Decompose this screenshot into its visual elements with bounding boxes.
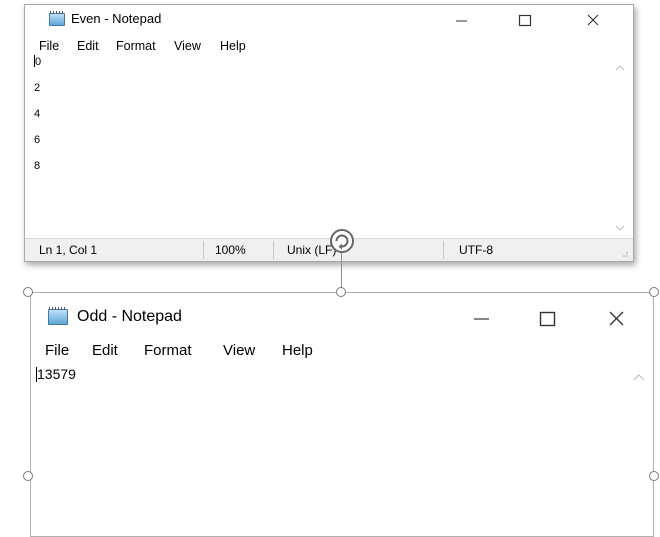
vertical-scrollbar[interactable] (627, 365, 651, 536)
encoding: UTF-8 (459, 243, 493, 257)
zoom-level: 100% (215, 243, 246, 257)
notepad-icon (49, 11, 65, 26)
text-line: 6 (34, 134, 41, 146)
text-line: 8 (34, 160, 41, 172)
maximize-icon (518, 14, 532, 27)
menu-edit[interactable]: Edit (92, 342, 144, 359)
title-bar[interactable]: Odd - Notepad (31, 293, 653, 339)
menu-view[interactable]: View (174, 39, 220, 53)
maximize-icon (539, 311, 556, 327)
title-bar[interactable]: Even - Notepad (25, 5, 633, 35)
menu-bar: File Edit Format View Help (39, 39, 246, 53)
chevron-up-icon[interactable] (615, 65, 625, 71)
minimize-button[interactable] (443, 5, 479, 35)
window-title: Even - Notepad (71, 11, 162, 26)
odd-notepad-window[interactable]: Odd - Notepad File Edit Format View Help 135… (30, 292, 654, 537)
text-editor[interactable]: 13579 (31, 365, 636, 535)
resize-grip-icon[interactable] (621, 250, 629, 258)
minimize-button[interactable] (459, 297, 503, 335)
chevron-up-icon[interactable] (633, 374, 645, 381)
vertical-scrollbar[interactable] (609, 55, 631, 235)
rotate-connector (341, 250, 342, 288)
close-button[interactable] (595, 297, 639, 335)
maximize-button[interactable] (525, 297, 569, 335)
menu-help[interactable]: Help (220, 39, 246, 53)
text-line: 2 (34, 82, 41, 94)
menu-edit[interactable]: Edit (77, 39, 116, 53)
rotate-handle-icon[interactable] (329, 228, 355, 254)
notepad-icon (48, 307, 68, 325)
cursor-position: Ln 1, Col 1 (39, 243, 98, 257)
menu-help[interactable]: Help (282, 342, 313, 359)
menu-bar: File Edit Format View Help (45, 342, 313, 359)
text-line: 0 (34, 55, 42, 68)
selection-handle-middle-left[interactable] (23, 471, 33, 481)
menu-format[interactable]: Format (116, 39, 174, 53)
text-line: 13579 (36, 366, 76, 382)
window-title: Odd - Notepad (77, 308, 182, 325)
close-icon (609, 311, 624, 326)
chevron-down-icon[interactable] (615, 225, 625, 231)
menu-file[interactable]: File (45, 342, 92, 359)
menu-view[interactable]: View (223, 342, 282, 359)
text-line: 4 (34, 108, 41, 120)
menu-file[interactable]: File (39, 39, 77, 53)
selection-handle-top-left[interactable] (23, 287, 33, 297)
text-editor[interactable]: 0 2 4 6 8 (25, 55, 624, 235)
maximize-button[interactable] (507, 5, 543, 35)
menu-format[interactable]: Format (144, 342, 223, 359)
selection-handle-top-right[interactable] (649, 287, 659, 297)
minimize-icon (456, 20, 467, 22)
even-notepad-window[interactable]: Even - Notepad File Edit Format View Help 0 … (24, 4, 634, 262)
close-button[interactable] (575, 5, 611, 35)
minimize-icon (474, 318, 489, 320)
close-icon (587, 14, 599, 26)
selection-handle-middle-right[interactable] (649, 471, 659, 481)
selection-handle-top-center[interactable] (336, 287, 346, 297)
